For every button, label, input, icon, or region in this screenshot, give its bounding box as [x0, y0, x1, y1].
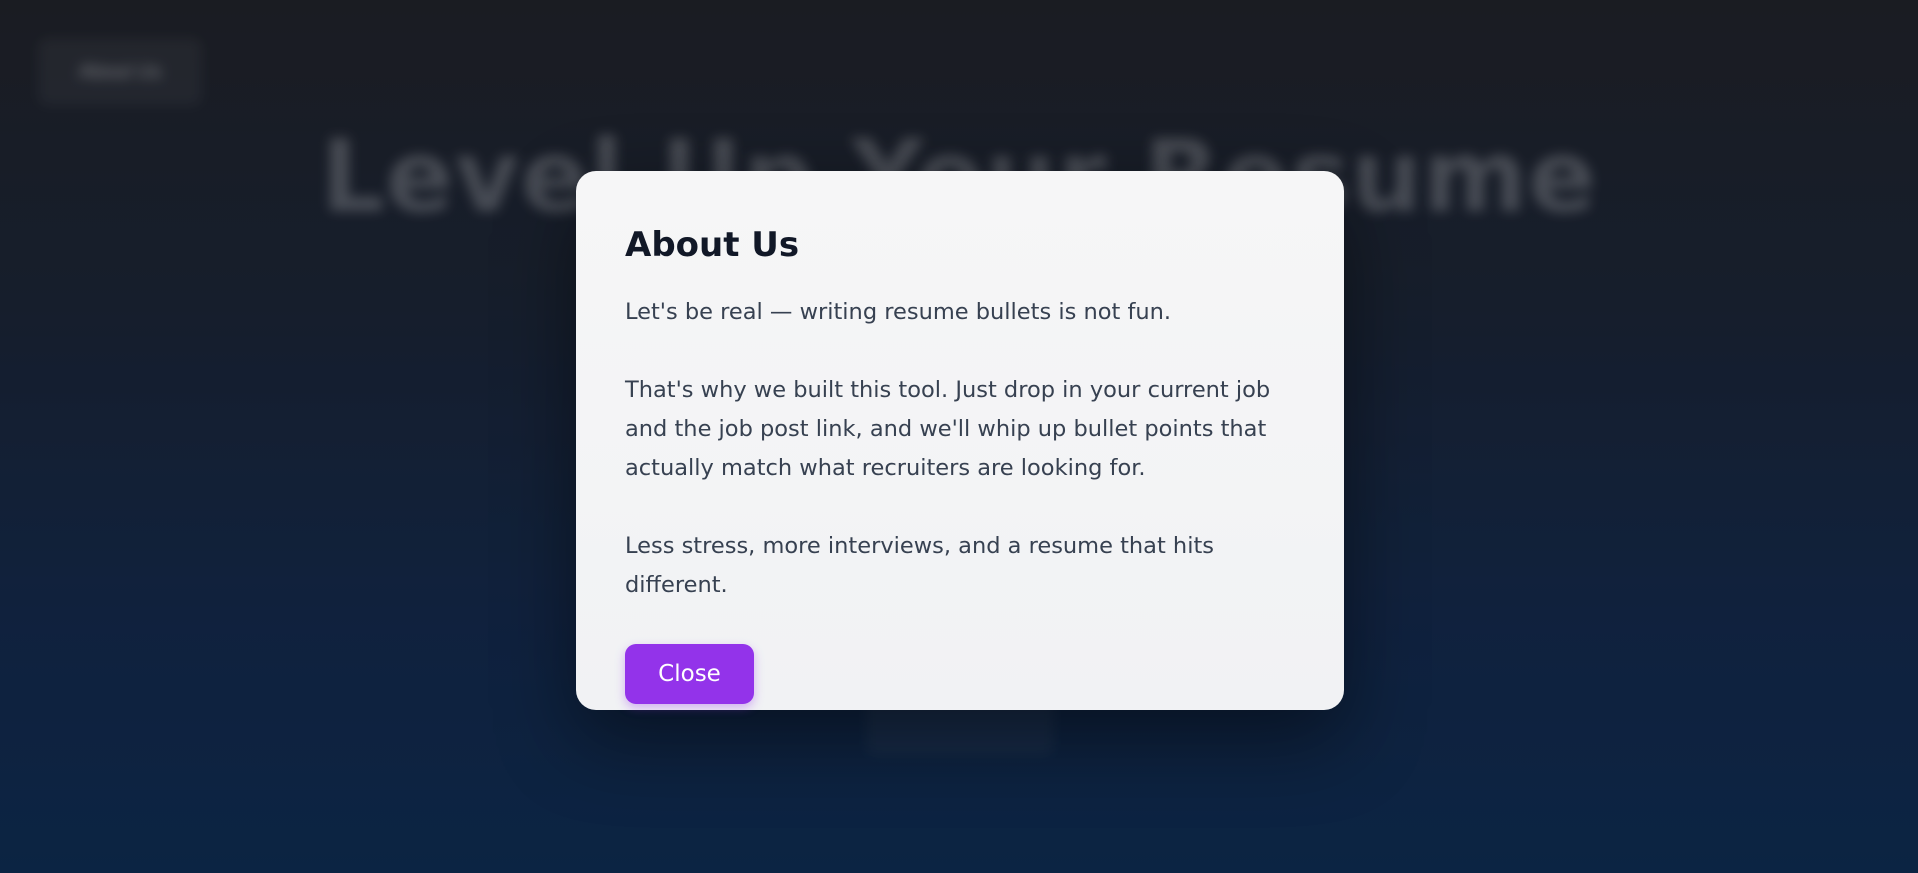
modal-paragraph-intro: Let's be real — writing resume bullets i… [625, 298, 1172, 325]
modal-paragraph-benefits: Less stress, more interviews, and a resu… [625, 532, 1214, 598]
modal-title: About Us [625, 225, 800, 265]
page: About Us Level Up Your Resume About Us L… [0, 0, 1918, 873]
close-button[interactable]: Close [625, 643, 754, 704]
about-us-modal: About Us Let's be real — writing resume … [576, 171, 1344, 710]
modal-paragraph-description: That's why we built this tool. Just drop… [625, 376, 1271, 481]
